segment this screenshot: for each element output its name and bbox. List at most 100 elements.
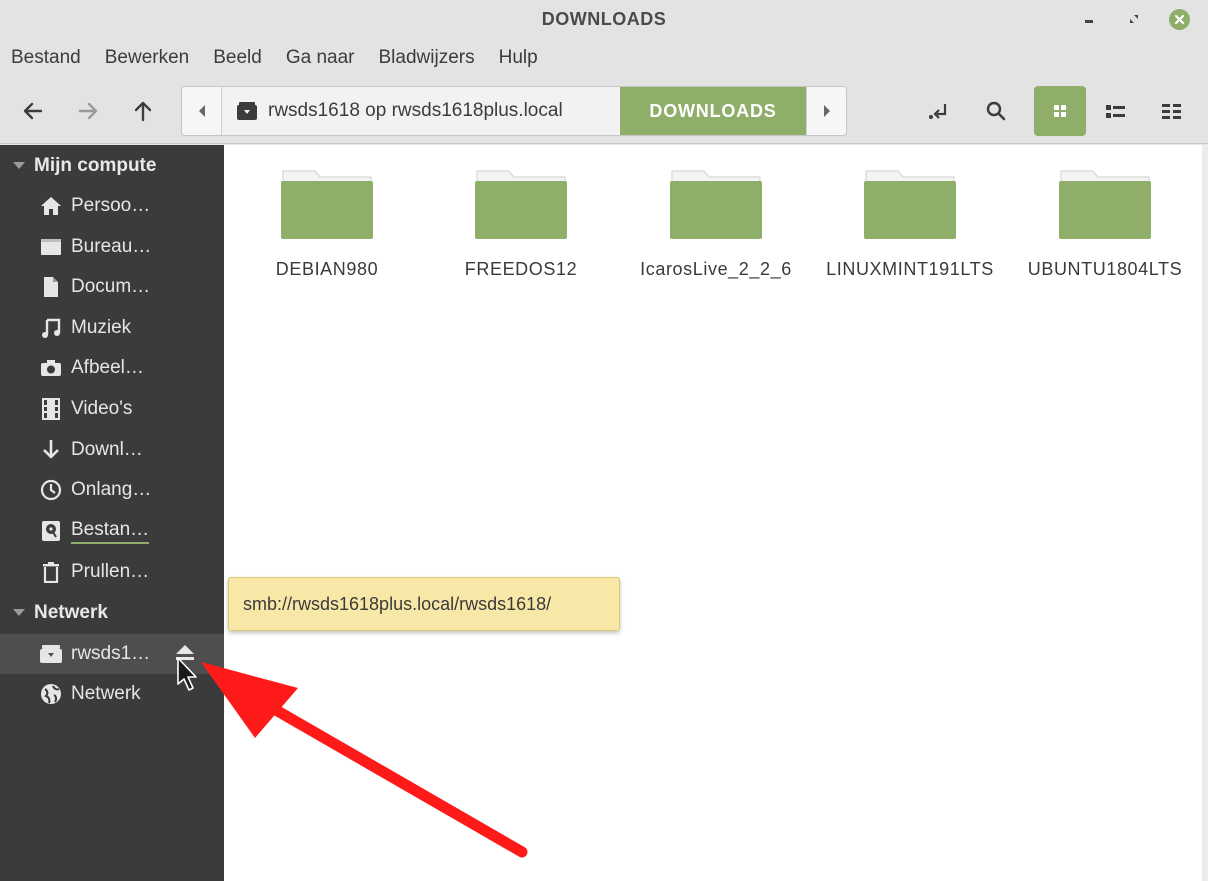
menu-ga-naar[interactable]: Ga naar — [286, 47, 355, 69]
sidebar-item-label: Netwerk — [71, 683, 141, 704]
section-network[interactable]: Netwerk — [0, 595, 224, 631]
tooltip: smb://rwsds1618plus.local/rwsds1618/ — [228, 577, 620, 631]
folder-item[interactable]: FREEDOS12 — [436, 167, 606, 281]
trash-icon — [39, 560, 63, 584]
search-button[interactable] — [970, 86, 1022, 136]
film-icon — [39, 397, 63, 421]
folder-name: DEBIAN980 — [275, 259, 379, 279]
folder-name: FREEDOS12 — [464, 259, 578, 279]
sidebar-item-trash[interactable]: Prullen… — [0, 552, 224, 592]
toolbar: rwsds1618 op rwsds1618plus.local DOWNLOA… — [0, 78, 1208, 144]
sidebar-item-label: Bestan… — [71, 519, 150, 544]
filesystem-icon — [39, 519, 63, 543]
path-segment-host[interactable]: rwsds1618 op rwsds1618plus.local — [222, 87, 620, 135]
path-segment-current[interactable]: DOWNLOADS — [620, 87, 806, 135]
clock-icon — [39, 478, 63, 502]
expander-down-icon — [13, 609, 25, 616]
home-icon — [39, 194, 63, 218]
sidebar-item-recent[interactable]: Onlang… — [0, 470, 224, 510]
close-button[interactable] — [1167, 7, 1191, 31]
sidebar-item-personal[interactable]: Persoo… — [0, 186, 224, 226]
tooltip-text: smb://rwsds1618plus.local/rwsds1618/ — [243, 593, 552, 614]
path-scroll-left-button[interactable] — [182, 87, 222, 135]
folder-icon — [281, 170, 373, 239]
globe-icon — [39, 682, 63, 706]
sidebar-item-music[interactable]: Muziek — [0, 308, 224, 348]
sidebar-item-label: Muziek — [71, 317, 132, 338]
chevron-right-icon — [823, 105, 830, 117]
arrow-up-icon — [134, 101, 152, 122]
folder-item[interactable]: DEBIAN980 — [242, 167, 412, 281]
file-view[interactable]: DEBIAN980 FREEDOS12 IcarosLive_2_2_6 LIN… — [224, 145, 1208, 881]
path-current-label: DOWNLOADS — [649, 100, 777, 121]
minimize-button[interactable] — [1077, 7, 1101, 31]
path-host-label: rwsds1618 op rwsds1618plus.local — [268, 100, 563, 121]
forward-button[interactable] — [62, 86, 114, 136]
path-scroll-right-button[interactable] — [806, 87, 846, 135]
folder-item[interactable]: LINUXMINT191LTS — [825, 167, 995, 281]
sidebar-item-network[interactable]: Netwerk — [0, 674, 224, 714]
download-icon — [39, 438, 63, 462]
section-my-computer-label: Mijn compute — [34, 155, 157, 176]
sidebar-item-pictures[interactable]: Afbeel… — [0, 348, 224, 388]
section-my-computer[interactable]: Mijn compute — [0, 148, 224, 184]
section-network-label: Netwerk — [34, 602, 108, 623]
sidebar-item-label: Docum… — [71, 276, 151, 297]
folder-item[interactable]: IcarosLive_2_2_6 — [631, 167, 801, 281]
sidebar-item-downloads[interactable]: Downl… — [0, 430, 224, 470]
folder-name: UBUNTU1804LTS — [1027, 259, 1183, 279]
menu-bladwijzers[interactable]: Bladwijzers — [379, 47, 475, 69]
maximize-button[interactable] — [1122, 7, 1146, 31]
up-button[interactable] — [117, 86, 169, 136]
grid-view-icon — [1054, 105, 1066, 117]
network-share-icon — [237, 102, 257, 120]
sidebar-item-label: Prullen… — [71, 561, 150, 582]
compact-view-button[interactable] — [1146, 86, 1198, 136]
sidebar-item-label: Persoo… — [71, 195, 151, 216]
sidebar-item-label: Video's — [71, 398, 133, 419]
menu-bestand[interactable]: Bestand — [11, 47, 81, 69]
sidebar-item-label: Downl… — [71, 439, 143, 460]
music-icon — [39, 316, 63, 340]
menu-beeld[interactable]: Beeld — [213, 47, 262, 69]
sidebar-item-label: Onlang… — [71, 479, 152, 500]
sidebar-item-label: rwsds1… — [71, 643, 151, 664]
menu-hulp[interactable]: Hulp — [499, 47, 538, 69]
back-button[interactable] — [7, 86, 59, 136]
folder-icon — [670, 170, 762, 239]
toggle-location-button[interactable] — [914, 86, 966, 136]
camera-icon — [39, 356, 63, 380]
network-share-icon — [39, 642, 63, 666]
sidebar-item-network-share[interactable]: rwsds1… — [0, 634, 224, 674]
window-title: DOWNLOADS — [541, 9, 667, 29]
folder-name: LINUXMINT191LTS — [826, 259, 994, 279]
title-bar: DOWNLOADS — [0, 0, 1208, 38]
close-icon — [1168, 8, 1190, 30]
folder-icon — [1059, 170, 1151, 239]
arrow-right-icon — [78, 102, 98, 120]
sidebar-item-filesystem[interactable]: Bestan… — [0, 511, 224, 551]
sidebar-item-desktop[interactable]: Bureau… — [0, 227, 224, 267]
chevron-left-icon — [198, 105, 205, 117]
menu-bewerken[interactable]: Bewerken — [105, 47, 190, 69]
arrow-left-icon — [23, 102, 43, 120]
eject-icon[interactable] — [174, 642, 196, 664]
search-icon — [986, 101, 1006, 121]
sidebar: Mijn compute Persoo… Bureau… Docum… Muzi… — [0, 145, 224, 881]
menu-bar: Bestand Bewerken Beeld Ga naar Bladwijze… — [0, 38, 1208, 78]
location-entry-icon — [929, 104, 947, 119]
window-edge — [1202, 145, 1208, 881]
sidebar-item-documents[interactable]: Docum… — [0, 267, 224, 307]
sidebar-item-videos[interactable]: Video's — [0, 389, 224, 429]
folder-item[interactable]: UBUNTU1804LTS — [1020, 167, 1190, 281]
icon-view-button[interactable] — [1034, 86, 1086, 136]
maximize-icon — [1130, 15, 1138, 23]
desktop-icon — [39, 235, 63, 259]
folder-name: IcarosLive_2_2_6 — [640, 259, 792, 279]
folder-icon — [475, 170, 567, 239]
list-view-button[interactable] — [1090, 86, 1142, 136]
compact-view-icon — [1162, 104, 1181, 119]
list-view-icon — [1106, 105, 1125, 118]
document-icon — [39, 275, 63, 299]
path-bar: rwsds1618 op rwsds1618plus.local DOWNLOA… — [181, 86, 847, 136]
